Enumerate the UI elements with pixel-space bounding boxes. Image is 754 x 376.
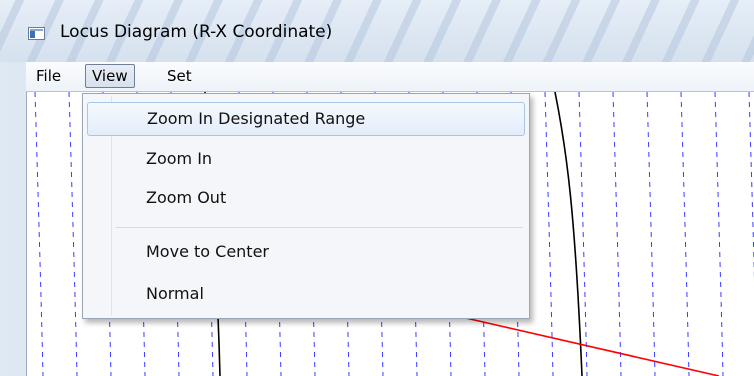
menu-set[interactable]: Set	[161, 64, 198, 88]
grid-line	[714, 92, 724, 376]
menu-item-zoom-in-designated-range[interactable]: Zoom In Designated Range	[87, 102, 525, 136]
grid-line	[544, 92, 554, 376]
menu-item-zoom-out[interactable]: Zoom Out	[87, 181, 525, 215]
title-bar[interactable]: Locus Diagram (R-X Coordinate)	[0, 0, 754, 62]
grid-line	[68, 92, 78, 376]
menu-file[interactable]: File	[30, 64, 67, 88]
window-title: Locus Diagram (R-X Coordinate)	[60, 22, 333, 42]
menu-bar: File View Set	[26, 62, 754, 92]
app-window-icon[interactable]	[28, 27, 45, 40]
app-window: Locus Diagram (R-X Coordinate) File View…	[0, 0, 754, 376]
menu-item-normal[interactable]: Normal	[87, 277, 525, 311]
menu-separator	[116, 227, 523, 228]
grid-line	[612, 92, 622, 376]
impedance-line	[456, 315, 720, 376]
grid-line	[646, 92, 656, 376]
view-dropdown-menu: Zoom In Designated Range Zoom In Zoom Ou…	[82, 93, 530, 319]
locus-curve-right	[554, 92, 583, 376]
grid-line	[748, 92, 754, 280]
menu-item-zoom-in[interactable]: Zoom In	[87, 142, 525, 176]
grid-line	[34, 92, 44, 376]
menu-view[interactable]: View	[85, 64, 135, 88]
grid-line	[680, 92, 690, 376]
menu-item-move-to-center[interactable]: Move to Center	[87, 235, 525, 269]
